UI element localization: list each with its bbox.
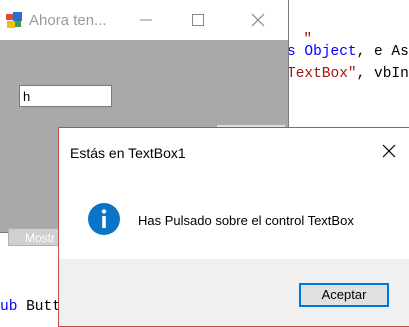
- close-icon[interactable]: [248, 10, 268, 30]
- close-icon[interactable]: [381, 143, 397, 159]
- accept-button[interactable]: Aceptar: [299, 283, 389, 307]
- code-text: , vbIn: [356, 66, 409, 82]
- form-titlebar[interactable]: Ahora ten...: [0, 0, 288, 40]
- code-string: TextBox": [287, 66, 357, 82]
- message-text: Has Pulsado sobre el control TextBox: [138, 213, 354, 228]
- code-keyword: s Object: [287, 44, 357, 60]
- minimize-icon[interactable]: [136, 10, 156, 30]
- code-line-2: s Object, e As: [287, 44, 409, 60]
- message-box-titlebar[interactable]: Estás en TextBox1: [59, 128, 409, 178]
- code-line-3: TextBox", vbIn: [287, 66, 409, 82]
- code-text: , e As: [356, 44, 409, 60]
- code-keyword: ub: [0, 299, 18, 315]
- maximize-icon[interactable]: [188, 10, 208, 30]
- message-box-title: Estás en TextBox1: [70, 145, 186, 161]
- message-box: Estás en TextBox1 Has Pulsado sobre el c…: [58, 127, 409, 327]
- code-line-4: ub Butt: [0, 299, 61, 315]
- message-box-body: Has Pulsado sobre el control TextBox: [59, 178, 409, 259]
- form-title: Ahora ten...: [29, 12, 107, 29]
- information-icon: [88, 203, 120, 235]
- textbox1[interactable]: h: [19, 85, 112, 107]
- app-icon: [6, 12, 22, 28]
- code-text: Butt: [17, 299, 61, 315]
